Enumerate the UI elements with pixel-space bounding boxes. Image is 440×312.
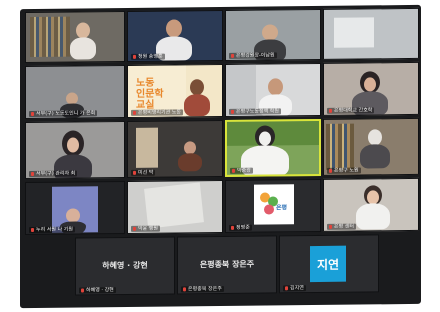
participant-tile[interactable]: 은평종북 장은주 은평종북 장은주 [177,235,277,295]
avatar: 지연 [310,245,346,283]
participant-name: 은평대학교 간호학 [327,107,375,114]
participant-name: 김지연 [283,285,306,292]
participant-tile[interactable] [323,7,419,60]
participant-name: 은평구 노원 [327,167,361,174]
participant-name: 은평강원장-이남원 [229,52,277,59]
participant-name: 은평비영리기관 노동 [131,109,183,116]
active-speaker-tile[interactable]: 박중광 [225,118,321,177]
participant-tile[interactable]: 은평대학교 간호학 [323,61,419,116]
muted-mic-icon [231,109,234,114]
organization-logo: 은평 [254,184,294,225]
muted-mic-icon [81,287,84,292]
participant-name: 박윤 행원 [131,225,160,232]
muted-mic-icon [133,54,136,59]
participant-name: 미선 박 [131,169,156,176]
muted-mic-icon [329,168,332,173]
participant-tile[interactable]: 서부(구) 노동도인니 가 은회 [25,65,125,120]
muted-mic-icon [231,53,234,58]
muted-mic-icon [329,224,332,229]
muted-mic-icon [133,110,136,115]
participant-tile[interactable]: 하혜영 · 강현 하혜영 · 강현 [75,236,175,296]
participant-tile[interactable]: 은평구노동정책 학원 [225,62,321,117]
muted-mic-icon [285,285,288,290]
poster-title-line3: 교실 [136,99,155,111]
muted-mic-icon [31,111,34,116]
participant-display-name: 하혜영 · 강현 [102,260,148,271]
participant-tile[interactable]: 청원 송영훈 [127,9,223,62]
muted-mic-icon [133,226,136,231]
participant-name: 정명준 [229,224,252,231]
muted-mic-icon [183,286,186,291]
participant-tile[interactable]: 은평 정명준 [225,178,321,233]
video-conference-grid: 청원 송영훈 은평강원장-이남원 서부(구) 노동도인니 가 은회 노동 인문학… [20,4,421,309]
participant-name: 박중광 [230,167,253,174]
participant-display-name: 은평종북 장은주 [199,259,255,270]
participant-name: 은평종북 장은주 [181,285,224,293]
participant-tile[interactable]: 미선 박 [127,119,223,178]
participant-name: 서부(구) 노동도인니 가 은회 [29,110,98,118]
participant-tile[interactable]: 박윤 행원 [127,179,223,234]
participant-tile[interactable]: 노동 인문학 교실 은평비영리기관 노동 [127,63,223,118]
muted-mic-icon [133,170,136,175]
muted-mic-icon [231,225,234,230]
participant-tile[interactable]: 누리 서원 나 기원 [25,181,125,236]
participant-tile[interactable]: 은평강원장-이남원 [225,8,321,61]
participant-tile[interactable] [25,11,125,64]
muted-mic-icon [31,171,34,176]
muted-mic-icon [232,168,235,173]
participant-name: 누리 서원 나 기원 [29,226,75,234]
participant-name: 청원 송영훈 [131,53,165,60]
participant-tile[interactable]: 은평구 노원 [323,117,419,176]
participant-name: 은평구노동정책 학원 [229,108,281,115]
muted-mic-icon [31,227,34,232]
muted-mic-icon [329,108,332,113]
participant-name: 하혜영 · 강현 [79,287,116,294]
participant-name: 은평 센터 [327,223,356,230]
participant-name: 서부(구) 관리자 최 [29,170,78,178]
participant-tile[interactable]: 지연 김지연 [279,234,379,294]
participant-tile[interactable]: 은평 센터 [323,177,419,232]
participant-tile[interactable]: 서부(구) 관리자 최 [25,121,125,180]
